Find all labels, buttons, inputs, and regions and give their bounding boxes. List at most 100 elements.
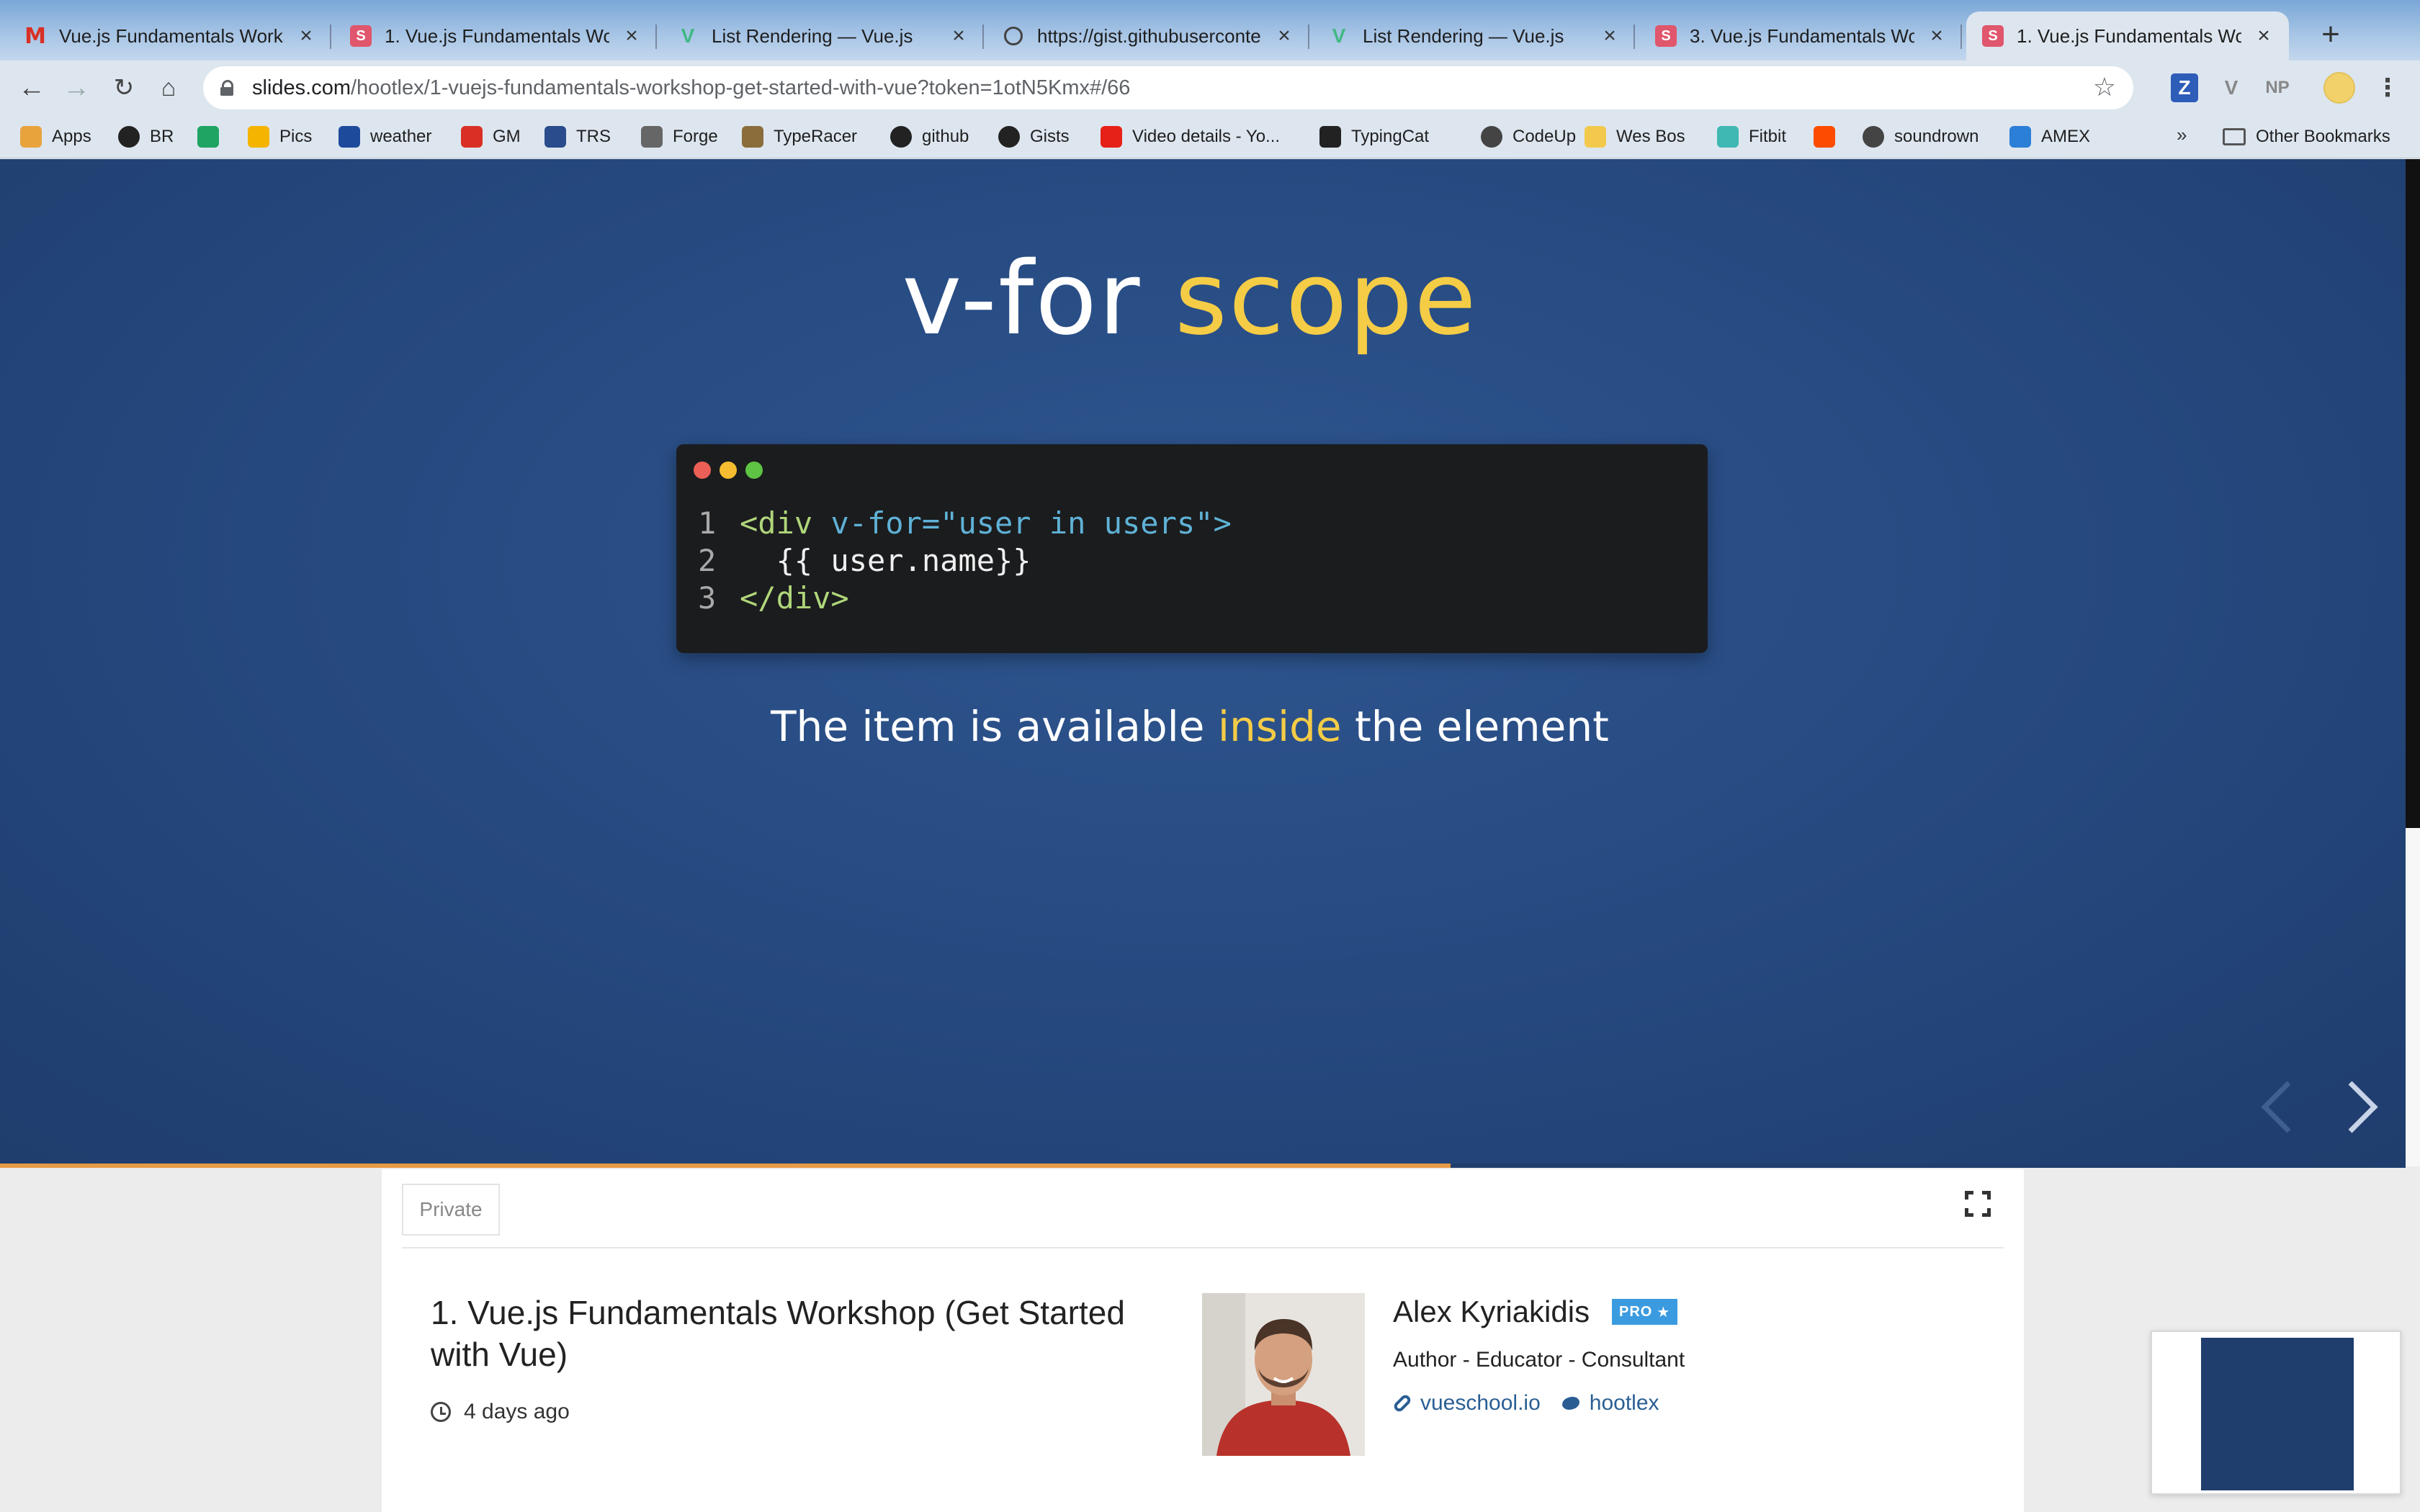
browser-tab[interactable]: S 1. Vue.js Fundamentals Workshop × <box>334 12 657 60</box>
browser-menu-icon[interactable]: ⋮ <box>2375 73 2400 102</box>
bookmark-label: github <box>922 127 969 146</box>
github-icon <box>118 126 140 148</box>
bookmark-item[interactable]: Gists <box>998 122 1070 151</box>
close-icon[interactable]: × <box>1600 24 1619 48</box>
window-close-dot <box>694 462 711 479</box>
bookmark-label: Pics <box>279 127 313 146</box>
author-name[interactable]: Alex Kyriakidis <box>1393 1295 1590 1329</box>
bookmark-label: GM <box>493 127 521 146</box>
new-tab-button[interactable]: + <box>2311 14 2351 55</box>
browser-tab[interactable]: V List Rendering — Vue.js × <box>1312 12 1635 60</box>
back-button[interactable]: ← <box>13 69 50 107</box>
browser-tab[interactable]: https://gist.githubusercontent.com × <box>987 12 1309 60</box>
bookmark-item[interactable]: BR <box>118 122 174 151</box>
extension-z-icon[interactable]: Z <box>2171 73 2198 102</box>
slide-progress-bar <box>0 1164 2406 1168</box>
bookmark-item[interactable]: github <box>890 122 969 151</box>
close-icon[interactable]: × <box>297 24 315 48</box>
author-website-link[interactable]: vueschool.io <box>1392 1391 1541 1416</box>
gmail-icon <box>461 126 483 148</box>
gmail-icon: M <box>24 23 46 49</box>
bookmark-item[interactable]: TypingCat <box>1319 122 1429 151</box>
code-token: <div <box>740 505 831 541</box>
close-icon[interactable]: × <box>1927 24 1946 48</box>
strava-icon <box>1814 126 1835 148</box>
bookmark-item[interactable]: TypeRacer <box>742 122 857 151</box>
close-icon[interactable]: × <box>622 24 641 48</box>
tab-title: https://gist.githubusercontent.com <box>1037 24 1262 47</box>
scrollbar-thumb[interactable] <box>2406 828 2420 1166</box>
bookmark-item[interactable]: Video details - Yo... <box>1101 122 1280 151</box>
address-bar[interactable]: slides.com/hootlex/1-vuejs-fundamentals-… <box>203 66 2133 109</box>
bookmark-star-icon[interactable]: ☆ <box>2093 72 2116 102</box>
bookmark-item[interactable]: Apps <box>20 122 91 151</box>
bookmark-label: Apps <box>52 127 91 146</box>
close-icon[interactable]: × <box>949 24 968 48</box>
bookmark-label: CodeUp <box>1512 127 1577 146</box>
fullscreen-icon[interactable] <box>1965 1191 1991 1217</box>
slide-title: v-for scope <box>0 240 2380 358</box>
url-host: slides.com <box>252 76 351 99</box>
trs-icon <box>544 126 566 148</box>
window-maximize-dot <box>745 462 763 479</box>
bookmark-item[interactable] <box>197 122 219 151</box>
slide-title-plain: v-for <box>902 240 1175 358</box>
browser-tab[interactable]: M Vue.js Fundamentals Workshop × <box>9 12 331 60</box>
line-number: 1 <box>698 505 717 541</box>
bookmark-item[interactable]: CodeUp <box>1481 122 1576 151</box>
pro-badge-label: PRO <box>1619 1303 1653 1320</box>
bookmark-item[interactable]: Forge <box>641 122 718 151</box>
weather-icon <box>339 126 360 148</box>
close-icon[interactable]: × <box>2254 24 2273 48</box>
bookmark-item[interactable] <box>1814 122 1835 151</box>
author-twitter-label: hootlex <box>1589 1391 1659 1415</box>
code-line: 2 {{ user.name}} <box>698 542 1031 580</box>
tab-title: 1. Vue.js Fundamentals Workshop <box>385 24 609 47</box>
bookmark-label: TypingCat <box>1351 127 1430 146</box>
caption-before: The item is available <box>771 702 1218 751</box>
profile-avatar[interactable] <box>2323 72 2355 104</box>
reload-button[interactable]: ↻ <box>105 69 143 107</box>
slide-thumbnail-preview[interactable] <box>2151 1331 2401 1495</box>
deck-title: 1. Vue.js Fundamentals Workshop (Get Sta… <box>431 1294 1125 1373</box>
author-twitter-link[interactable]: hootlex <box>1559 1391 1659 1416</box>
bookmark-label: weather <box>370 127 432 146</box>
bookmark-label: AMEX <box>2041 127 2091 146</box>
bookmark-item[interactable]: AMEX <box>2009 122 2090 151</box>
more-bookmarks-button[interactable]: » <box>2177 124 2187 146</box>
slides-icon: S <box>1655 25 1677 47</box>
bookmark-label: Fitbit <box>1749 127 1787 146</box>
home-button[interactable]: ⌂ <box>150 69 187 107</box>
bookmark-item[interactable]: GM <box>461 122 521 151</box>
typeracer-icon <box>742 126 763 148</box>
extension-vue-icon[interactable]: V <box>2217 73 2246 102</box>
github-icon <box>890 126 912 148</box>
extension-np-icon[interactable]: NP <box>2262 73 2293 102</box>
bookmark-item[interactable]: Pics <box>248 122 312 151</box>
slides-icon: S <box>350 25 372 47</box>
bookmark-item[interactable]: TRS <box>544 122 611 151</box>
other-bookmarks-folder[interactable]: Other Bookmarks <box>2223 122 2390 151</box>
browser-tab[interactable]: S 3. Vue.js Fundamentals Workshop × <box>1639 12 1962 60</box>
youtube-icon <box>1101 126 1122 148</box>
previous-slide-arrow-icon[interactable] <box>2259 1079 2302 1132</box>
next-slide-arrow-icon[interactable] <box>2338 1079 2381 1132</box>
forward-button[interactable]: → <box>58 69 95 107</box>
crown-icon <box>1585 126 1606 148</box>
google-drive-icon <box>197 126 219 148</box>
slide-title-highlight: scope <box>1175 240 1478 358</box>
close-icon[interactable]: × <box>1275 24 1294 48</box>
bookmarks-bar: » Other Bookmarks Apps BR Pics weather GM TRS… <box>0 115 2420 158</box>
browser-tab[interactable]: V List Rendering — Vue.js × <box>661 12 984 60</box>
bookmark-item[interactable]: soundrown <box>1863 122 1978 151</box>
forge-icon <box>641 126 663 148</box>
browser-tab[interactable]: S 1. Vue.js Fundamentals Workshop × <box>1966 12 2289 60</box>
bookmark-item[interactable]: weather <box>339 122 431 151</box>
vue-icon: V <box>681 24 695 47</box>
code-block: 1 <div v-for="user in users"> 2 {{ user.na… <box>676 444 1708 653</box>
other-bookmarks-label: Other Bookmarks <box>2256 127 2390 146</box>
author-avatar[interactable] <box>1202 1293 1365 1456</box>
bookmark-item[interactable]: Wes Bos <box>1585 122 1685 151</box>
bookmark-item[interactable]: Fitbit <box>1717 122 1786 151</box>
tab-title: List Rendering — Vue.js <box>1363 24 1564 47</box>
